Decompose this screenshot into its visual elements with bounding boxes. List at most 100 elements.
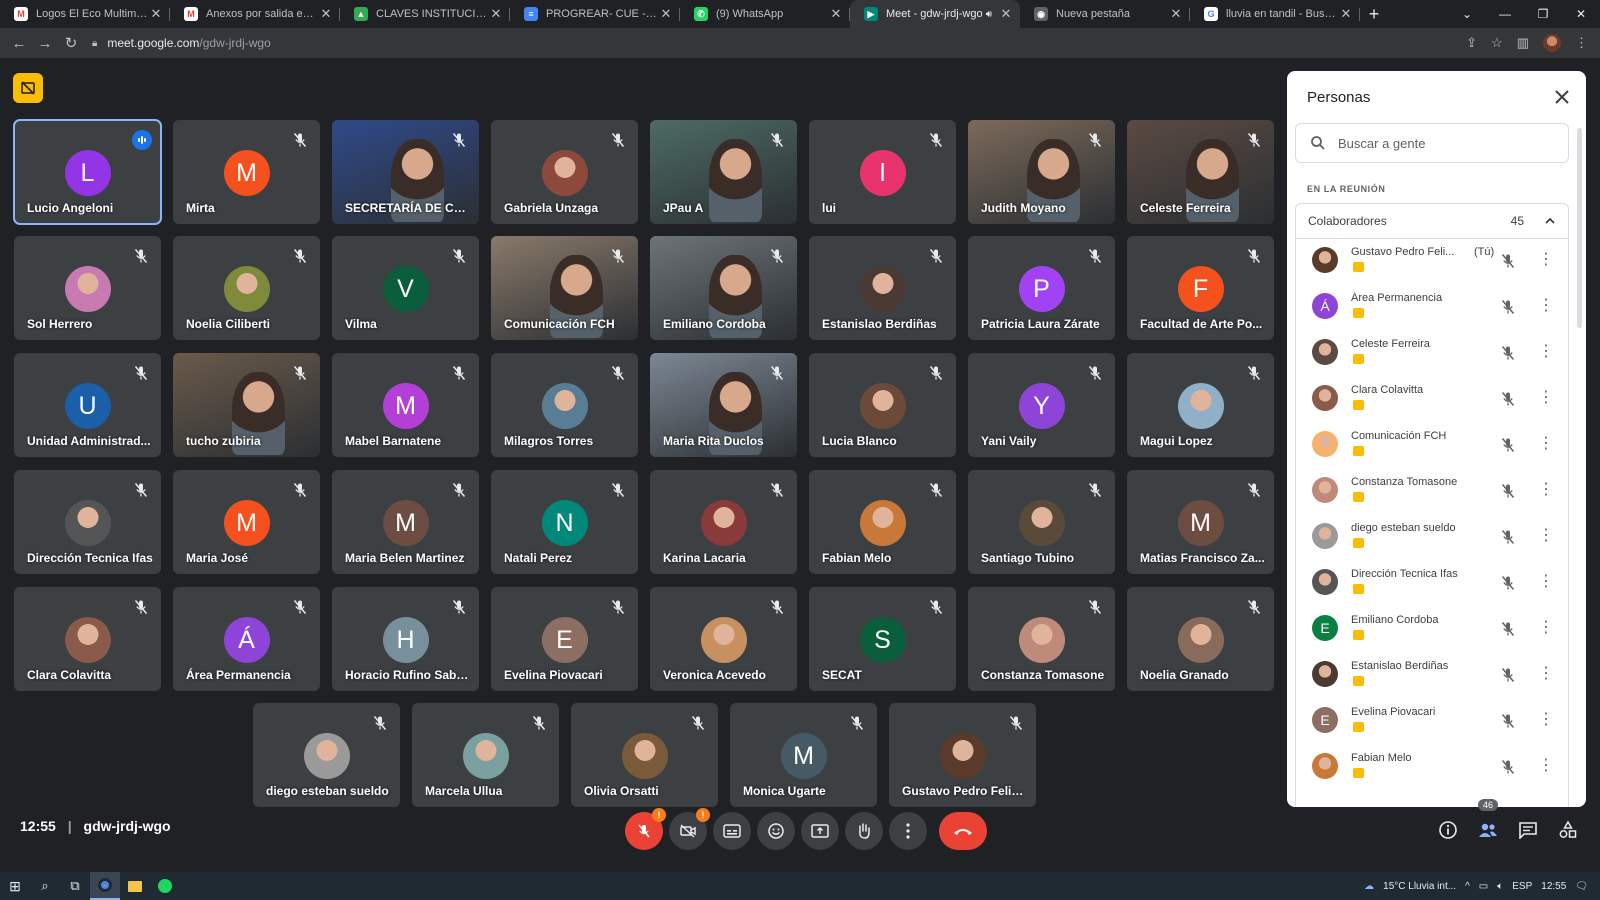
participant-row[interactable]: Fabian Melo ⋮: [1296, 745, 1568, 791]
participant-row[interactable]: diego esteban sueldo ⋮: [1296, 515, 1568, 561]
panel-scrollbar[interactable]: [1577, 128, 1582, 328]
participant-tile[interactable]: Magui Lopez: [1127, 353, 1274, 457]
participant-tile[interactable]: M Mirta: [173, 120, 320, 224]
participant-tile[interactable]: M Maria José: [173, 470, 320, 574]
participant-tile[interactable]: N Natali Perez: [491, 470, 638, 574]
browser-tab[interactable]: ▲ CLAVES INSTITUCIONALES✕: [340, 0, 510, 28]
minimize-icon[interactable]: —: [1486, 0, 1524, 28]
participant-tile[interactable]: Veronica Acevedo: [650, 587, 797, 691]
participant-row[interactable]: E Emiliano Cordoba ⋮: [1296, 607, 1568, 653]
browser-tab[interactable]: ◉ Nueva pestaña ✕: [1020, 0, 1190, 28]
browser-menu-icon[interactable]: ⋮: [1575, 35, 1588, 51]
participant-tile[interactable]: E Evelina Piovacari: [491, 587, 638, 691]
participant-tile[interactable]: Á Área Permanencia: [173, 587, 320, 691]
language-indicator[interactable]: ESP: [1512, 881, 1532, 892]
participant-tile[interactable]: Constanza Tomasone: [968, 587, 1115, 691]
browser-tab[interactable]: M Anexos por salida educativ✕: [170, 0, 340, 28]
participant-tile[interactable]: Lucia Blanco: [809, 353, 956, 457]
side-panel-icon[interactable]: ▥: [1517, 35, 1529, 51]
close-tab-icon[interactable]: ✕: [488, 6, 504, 22]
host-controls-button[interactable]: [13, 73, 43, 103]
more-vert-icon[interactable]: ⋮: [1538, 712, 1554, 728]
address-bar[interactable]: 🔒︎ meet.google.com/gdw-jrdj-wgo: [92, 36, 1392, 50]
meeting-details-button[interactable]: [1434, 816, 1462, 844]
mic-off-icon[interactable]: [1500, 345, 1516, 361]
participant-tile[interactable]: M Mabel Barnatene: [332, 353, 479, 457]
participant-tile[interactable]: U Unidad Administrad...: [14, 353, 161, 457]
participant-tile[interactable]: L Lucio Angeloni: [13, 119, 162, 225]
participant-tile[interactable]: M Matias Francisco Za...: [1127, 470, 1274, 574]
reactions-button[interactable]: [757, 812, 795, 850]
participant-tile[interactable]: Estanislao Berdiñas: [809, 236, 956, 340]
restore-icon[interactable]: ❐: [1524, 0, 1562, 28]
leave-call-button[interactable]: [939, 812, 987, 850]
raise-hand-button[interactable]: [845, 812, 883, 850]
network-icon[interactable]: ▭: [1479, 881, 1488, 892]
activities-button[interactable]: [1554, 816, 1582, 844]
new-tab-button[interactable]: +: [1360, 0, 1388, 28]
participant-tile[interactable]: Fabian Melo: [809, 470, 956, 574]
participant-tile[interactable]: Maria Rita Duclos: [650, 353, 797, 457]
mic-off-icon[interactable]: [1500, 299, 1516, 315]
more-vert-icon[interactable]: ⋮: [1538, 666, 1554, 682]
participant-tile[interactable]: tucho zubiria: [173, 353, 320, 457]
participant-tile[interactable]: V Vilma: [332, 236, 479, 340]
participant-row[interactable]: E Evelina Piovacari ⋮: [1296, 699, 1568, 745]
participant-tile[interactable]: SECRETARÍA DE CA...: [332, 120, 479, 224]
people-search-input[interactable]: Buscar a gente: [1295, 123, 1569, 163]
mic-off-icon[interactable]: [1500, 483, 1516, 499]
participant-row[interactable]: Gustavo Pedro Feli... (Tú) ⋮: [1296, 239, 1568, 285]
close-tab-icon[interactable]: ✕: [1338, 6, 1354, 22]
mic-off-icon[interactable]: [1500, 437, 1516, 453]
more-vert-icon[interactable]: ⋮: [1538, 252, 1554, 268]
browser-tab[interactable]: M Logos El Eco Multimedios✕: [0, 0, 170, 28]
collaborators-group-header[interactable]: Colaboradores 45: [1295, 203, 1569, 239]
close-window-icon[interactable]: ✕: [1562, 0, 1600, 28]
browser-tab[interactable]: ≡ PROGREAR- CUE - Docum✕: [510, 0, 680, 28]
participant-tile[interactable]: Milagros Torres: [491, 353, 638, 457]
more-vert-icon[interactable]: ⋮: [1538, 344, 1554, 360]
windows-start-icon[interactable]: ⊞: [0, 872, 30, 900]
speaker-icon[interactable]: 🔊︎: [986, 9, 992, 20]
participant-row[interactable]: Á Área Permanencia ⋮: [1296, 285, 1568, 331]
task-view-icon[interactable]: ⧉: [60, 872, 90, 900]
participant-tile[interactable]: Karina Lacaria: [650, 470, 797, 574]
more-vert-icon[interactable]: ⋮: [1538, 574, 1554, 590]
chrome-taskbar-icon[interactable]: [90, 872, 120, 900]
more-vert-icon[interactable]: ⋮: [1538, 482, 1554, 498]
share-icon[interactable]: ⇪: [1466, 35, 1477, 51]
participant-tile[interactable]: M Monica Ugarte: [730, 703, 877, 807]
participant-row[interactable]: Celeste Ferreira ⋮: [1296, 331, 1568, 377]
participant-tile[interactable]: S SECAT: [809, 587, 956, 691]
participant-tile[interactable]: Clara Colavitta: [14, 587, 161, 691]
chevron-up-icon[interactable]: ^: [1465, 881, 1470, 892]
notifications-icon[interactable]: 🗨︎: [1575, 881, 1588, 892]
browser-tab[interactable]: Glluvia en tandil - Buscar co✕: [1190, 0, 1360, 28]
volume-icon[interactable]: 🔈︎: [1497, 881, 1503, 892]
more-vert-icon[interactable]: ⋮: [1538, 528, 1554, 544]
participant-tile[interactable]: diego esteban sueldo: [253, 703, 400, 807]
participant-tile[interactable]: F Facultad de Arte Po...: [1127, 236, 1274, 340]
bookmark-star-icon[interactable]: ☆: [1491, 35, 1503, 51]
participant-tile[interactable]: l lui: [809, 120, 956, 224]
participant-tile[interactable]: Judith Moyano: [968, 120, 1115, 224]
forward-icon[interactable]: →: [32, 35, 58, 52]
participant-tile[interactable]: Emiliano Cordoba: [650, 236, 797, 340]
participant-tile[interactable]: Celeste Ferreira: [1127, 120, 1274, 224]
close-icon[interactable]: [1550, 85, 1574, 109]
more-vert-icon[interactable]: ⋮: [1538, 758, 1554, 774]
participant-row[interactable]: Dirección Tecnica Ifas ⋮: [1296, 561, 1568, 607]
participant-tile[interactable]: Dirección Tecnica Ifas: [14, 470, 161, 574]
participant-tile[interactable]: Gustavo Pedro Felix ...: [889, 703, 1036, 807]
mic-off-icon[interactable]: [1500, 667, 1516, 683]
profile-avatar[interactable]: [1543, 34, 1561, 52]
mic-off-icon[interactable]: [1500, 529, 1516, 545]
participant-row[interactable]: Clara Colavitta ⋮: [1296, 377, 1568, 423]
close-tab-icon[interactable]: ✕: [318, 6, 334, 22]
close-tab-icon[interactable]: ✕: [1168, 6, 1184, 22]
taskbar-clock[interactable]: 12:55: [1541, 881, 1566, 892]
participant-tile[interactable]: M Maria Belen Martinez: [332, 470, 479, 574]
participant-tile[interactable]: Y Yani Vaily: [968, 353, 1115, 457]
participant-tile[interactable]: Marcela Ullua: [412, 703, 559, 807]
participant-row[interactable]: Comunicación FCH ⋮: [1296, 423, 1568, 469]
